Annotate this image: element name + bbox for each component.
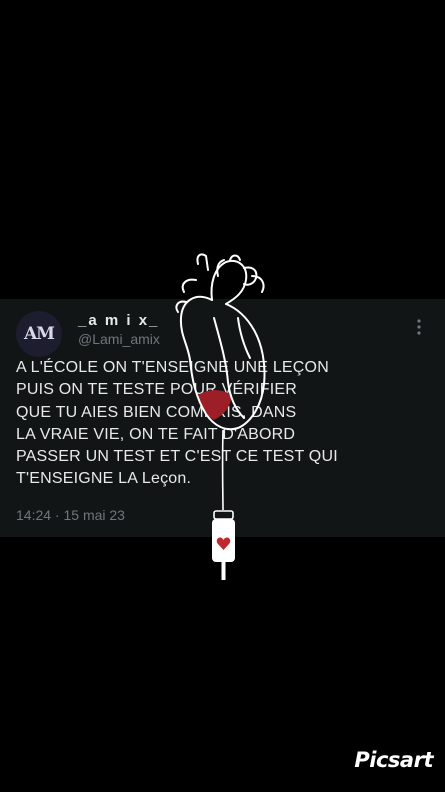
- picsart-watermark: Picsart: [354, 748, 433, 772]
- tweet-text-line: LA VRAIE VIE, ON TE FAIT D'ABORD: [16, 425, 296, 443]
- more-options-icon[interactable]: [417, 319, 421, 335]
- tweet-text-line: A L'ÉCOLE ON T'ENSEIGNE UNE LEÇON: [16, 359, 329, 376]
- tweet-text-line: PUIS ON TE TESTE POUR VÉRIFIER: [16, 381, 298, 399]
- tweet-card[interactable]: AM _a m i x_ @Lami_amix A L'ÉCOLE ON T'E…: [0, 299, 445, 537]
- tweet-text-line: QUE TU AIES BIEN COMPRIS, DANS: [16, 403, 297, 421]
- tweet-text: A L'ÉCOLE ON T'ENSEIGNE UNE LEÇON PUIS O…: [16, 357, 436, 491]
- avatar[interactable]: AM: [16, 311, 62, 357]
- tweet-text-line: T'ENSEIGNE LA Leçon.: [16, 470, 192, 488]
- tweet-text-line: PASSER UN TEST ET C'EST CE TEST QUI: [16, 448, 338, 466]
- display-name[interactable]: _a m i x_: [78, 312, 159, 329]
- tweet-timestamp[interactable]: 14:24 · 15 mai 23: [16, 507, 125, 523]
- user-handle[interactable]: @Lami_amix: [78, 331, 160, 347]
